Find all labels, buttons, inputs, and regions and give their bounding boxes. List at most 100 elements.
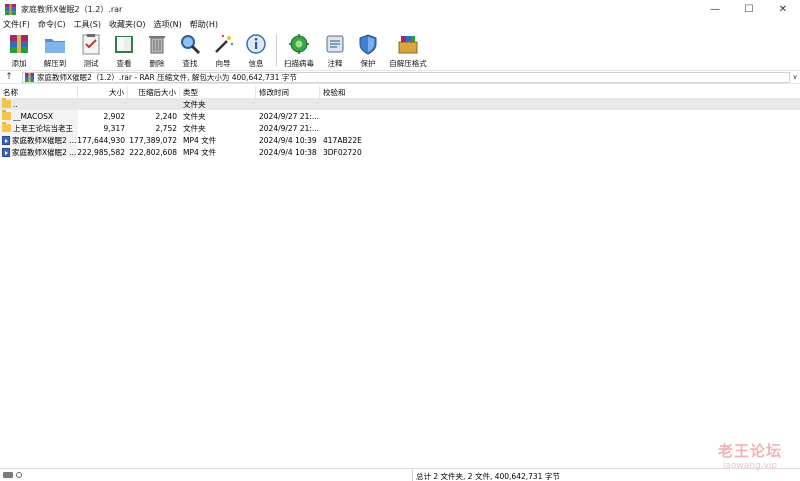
menu-file[interactable]: 文件(F) xyxy=(3,19,30,30)
file-name-cell: 家庭教师X催眠2 ... xyxy=(0,146,78,158)
file-list-header: 名称 大小 压缩后大小 类型 修改时间 校验和 xyxy=(0,86,800,98)
site-watermark: 老王论坛 laowang.vip xyxy=(718,440,782,471)
file-crc-cell: 417AB22E xyxy=(323,135,362,145)
title-bar: 家庭教师X催眠2（1.2）.rar — ☐ ✕ xyxy=(0,0,800,18)
path-text: 家庭教师X催眠2（1.2）.rar - RAR 压缩文件, 解包大小为 400,… xyxy=(37,73,297,82)
table-row[interactable]: __MACOSX 2,902 2,240 文件夹 2024/9/27 21:..… xyxy=(0,110,800,122)
toolbar: 添加 解压到 测试 查看 删除 查找 向导 信息 扫描病毒 注释 保护 自解压格… xyxy=(0,32,800,69)
file-modified-cell: 2024/9/4 10:38 xyxy=(259,147,317,157)
magnifier-icon xyxy=(179,33,201,55)
folder-icon xyxy=(2,98,11,108)
address-bar: ↑ 家庭教师X催眠2（1.2）.rar - RAR 压缩文件, 解包大小为 40… xyxy=(0,70,800,84)
status-summary: 总计 2 文件夹, 2 文件, 400,642,731 字节 xyxy=(416,472,560,481)
status-separator xyxy=(412,470,413,481)
file-crc-cell xyxy=(320,110,362,122)
wizard-button[interactable]: 向导 xyxy=(208,32,238,69)
window-title: 家庭教师X催眠2（1.2）.rar xyxy=(21,4,123,14)
menu-bar: 文件(F) 命令(C) 工具(S) 收藏夹(O) 选项(N) 帮助(H) xyxy=(0,18,800,31)
comment-icon xyxy=(324,33,346,55)
status-bar: 总计 2 文件夹, 2 文件, 400,642,731 字节 xyxy=(0,468,800,481)
menu-options[interactable]: 选项(N) xyxy=(154,19,182,30)
info-icon xyxy=(245,33,267,55)
file-list: .. 文件夹 __MACOSX 2,902 2,240 文件夹 2024/9/2… xyxy=(0,98,800,158)
menu-commands[interactable]: 命令(C) xyxy=(38,19,66,30)
file-size-cell: 2,902 xyxy=(103,111,125,121)
file-size-cell: 222,985,582 xyxy=(78,147,125,157)
magic-wand-icon xyxy=(212,33,234,55)
file-packed-cell xyxy=(128,98,180,110)
file-packed-cell: 177,389,072 xyxy=(129,135,177,145)
test-button[interactable]: 测试 xyxy=(76,32,106,69)
watermark-title: 老王论坛 xyxy=(718,442,783,460)
password-key-icon[interactable] xyxy=(16,472,22,478)
file-name-cell: 上老王论坛当老王 xyxy=(0,122,78,134)
file-modified-cell: 2024/9/4 10:39 xyxy=(259,135,317,145)
column-name[interactable]: 名称 xyxy=(0,86,78,98)
path-dropdown-button[interactable]: ∨ xyxy=(790,70,800,84)
file-packed-cell: 2,240 xyxy=(155,111,177,121)
table-row[interactable]: 家庭教师X催眠2 ... 177,644,930 177,389,072 MP4… xyxy=(0,134,800,146)
file-modified-cell: 2024/9/27 21:... xyxy=(259,123,320,133)
table-row[interactable]: 上老王论坛当老王 9,317 2,752 文件夹 2024/9/27 21:..… xyxy=(0,122,800,134)
file-type-cell: MP4 文件 xyxy=(183,147,217,157)
file-type-cell: 文件夹 xyxy=(183,123,206,133)
minimize-button[interactable]: — xyxy=(698,0,732,18)
view-button[interactable]: 查看 xyxy=(109,32,139,69)
file-type-cell: MP4 文件 xyxy=(183,135,217,145)
maximize-button[interactable]: ☐ xyxy=(732,0,766,18)
video-file-icon xyxy=(2,147,10,157)
view-book-icon xyxy=(113,33,135,55)
menu-help[interactable]: 帮助(H) xyxy=(190,19,218,30)
extract-to-button[interactable]: 解压到 xyxy=(37,32,73,69)
shield-icon xyxy=(357,33,379,55)
file-name-cell: 家庭教师X催眠2 ... xyxy=(0,134,78,146)
file-crc-cell xyxy=(320,122,362,134)
file-name-cell: .. xyxy=(0,98,78,110)
folder-icon xyxy=(2,122,11,132)
add-button[interactable]: 添加 xyxy=(4,32,34,69)
info-button[interactable]: 信息 xyxy=(241,32,271,69)
path-field[interactable]: 家庭教师X催眠2（1.2）.rar - RAR 压缩文件, 解包大小为 400,… xyxy=(22,72,790,83)
file-name-cell: __MACOSX xyxy=(0,110,78,122)
file-packed-cell: 2,752 xyxy=(155,123,177,133)
file-size-cell: 177,644,930 xyxy=(78,135,125,145)
file-size-cell: 9,317 xyxy=(103,123,125,133)
extract-folder-icon xyxy=(44,33,66,55)
toolbar-separator xyxy=(276,34,277,66)
scan-virus-button[interactable]: 扫描病毒 xyxy=(281,32,317,69)
file-type-cell: 文件夹 xyxy=(183,111,206,121)
close-button[interactable]: ✕ xyxy=(766,0,800,18)
folder-icon xyxy=(2,110,11,120)
table-row[interactable]: 家庭教师X催眠2 ... 222,985,582 222,802,608 MP4… xyxy=(0,146,800,158)
find-button[interactable]: 查找 xyxy=(175,32,205,69)
file-modified-cell: 2024/9/27 21:... xyxy=(259,111,320,121)
file-type-cell: 文件夹 xyxy=(183,99,206,109)
up-one-level-button[interactable]: ↑ xyxy=(0,71,18,83)
file-crc-cell xyxy=(320,98,362,110)
file-size-cell xyxy=(78,98,128,110)
virus-scan-icon xyxy=(288,33,310,55)
sfx-button[interactable]: 自解压格式 xyxy=(386,32,430,69)
test-checklist-icon xyxy=(80,33,102,55)
protect-button[interactable]: 保护 xyxy=(353,32,383,69)
delete-button[interactable]: 删除 xyxy=(142,32,172,69)
column-modified[interactable]: 修改时间 xyxy=(256,86,320,98)
video-file-icon xyxy=(2,135,10,145)
file-packed-cell: 222,802,608 xyxy=(129,147,177,157)
winrar-app-icon[interactable] xyxy=(5,3,16,15)
column-type[interactable]: 类型 xyxy=(180,86,256,98)
comment-button[interactable]: 注释 xyxy=(320,32,350,69)
drive-icon[interactable] xyxy=(3,472,13,478)
trash-icon xyxy=(146,33,168,55)
column-packed-size[interactable]: 压缩后大小 xyxy=(128,86,180,98)
table-row[interactable]: .. 文件夹 xyxy=(0,98,800,110)
column-size[interactable]: 大小 xyxy=(78,86,128,98)
add-archive-icon xyxy=(8,33,30,55)
menu-tools[interactable]: 工具(S) xyxy=(74,19,101,30)
sfx-box-icon xyxy=(397,33,419,55)
archive-icon xyxy=(25,73,34,82)
column-crc[interactable]: 校验和 xyxy=(320,86,362,98)
file-modified-cell xyxy=(256,98,320,110)
file-crc-cell: 3DF02720 xyxy=(323,147,362,157)
menu-favorites[interactable]: 收藏夹(O) xyxy=(109,19,146,30)
